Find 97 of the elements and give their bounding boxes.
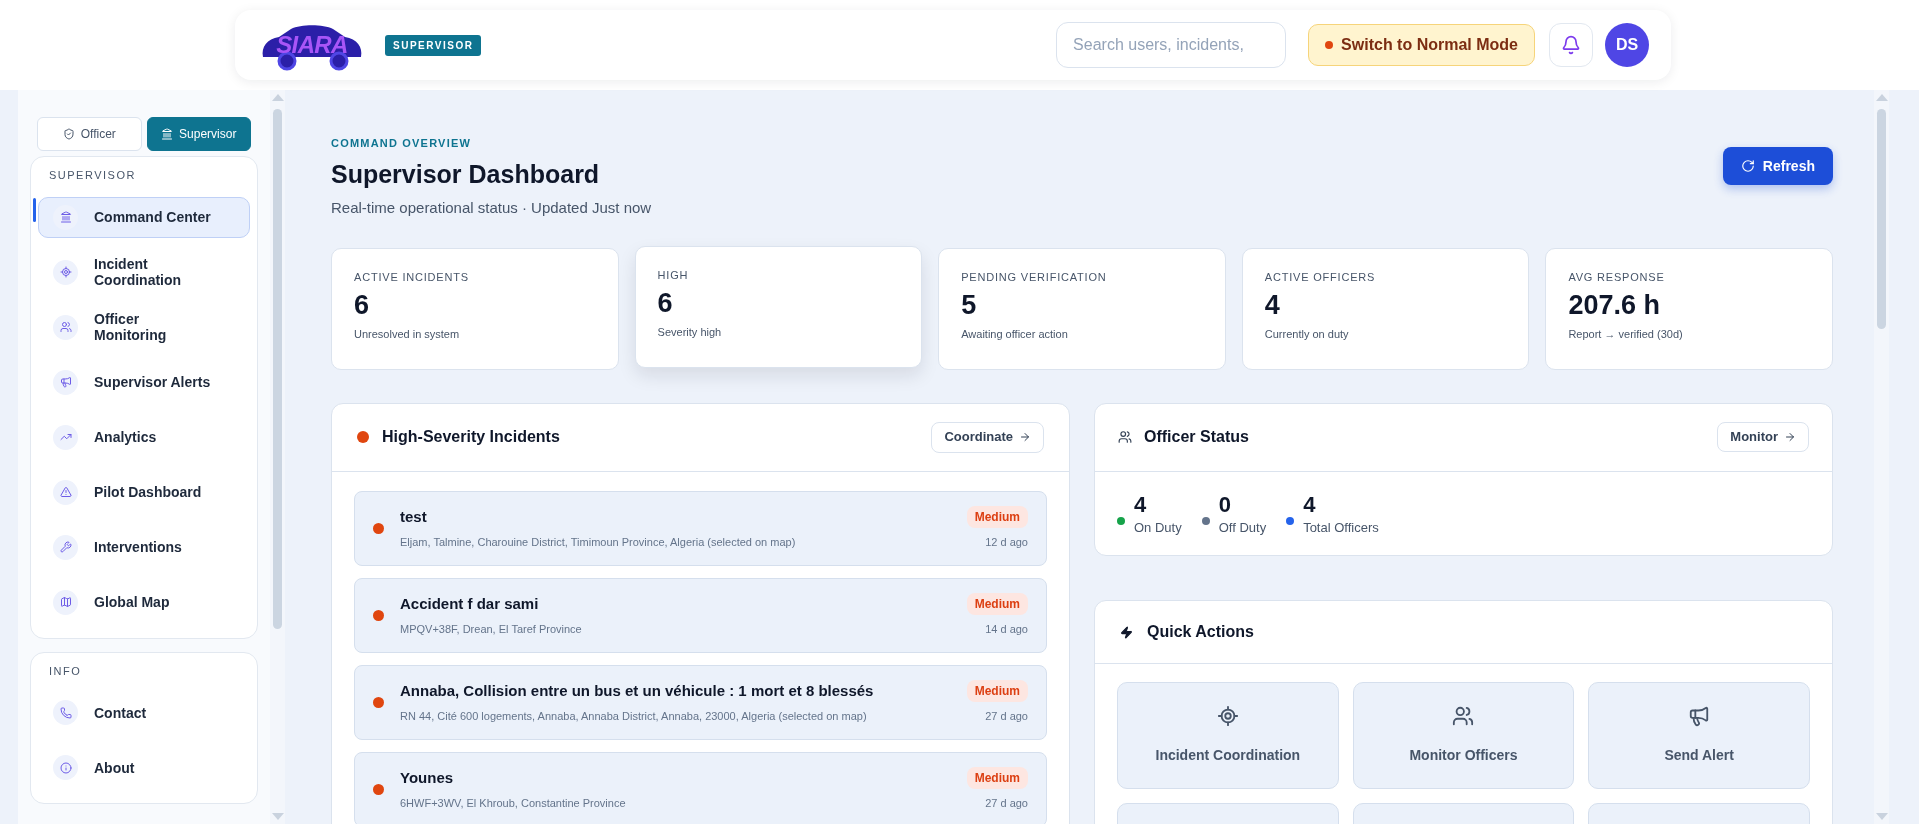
stat-value: 4: [1264, 289, 1281, 322]
nav-item[interactable]: Officer Monitoring: [38, 306, 250, 348]
stat-caption: Awaiting officer action: [961, 327, 1069, 342]
status-count: 0: [1218, 491, 1232, 518]
wrench-icon: [53, 534, 78, 560]
page-subtitle: Real-time operational status · Updated Just now: [331, 198, 652, 218]
quick-action-button[interactable]: Monitor Officers: [1352, 682, 1575, 789]
stat-label: AVG RESPONSE: [1568, 269, 1666, 285]
stat-caption: Severity high: [657, 325, 723, 340]
status-label: Total Officers: [1303, 518, 1379, 537]
warning-icon: [53, 479, 78, 505]
eyebrow-text: COMMAND OVERVIEW: [331, 136, 472, 151]
panel-title: High-Severity Incidents: [382, 427, 560, 447]
severity-tag: Medium: [966, 766, 1028, 789]
megaphone-icon: [1688, 705, 1711, 727]
status-count: 4: [1134, 491, 1148, 518]
nav-item[interactable]: Interventions: [38, 526, 250, 568]
section-heading: INFO: [48, 663, 83, 679]
status-count: 4: [1303, 491, 1317, 518]
mode-switch-button[interactable]: Switch to Normal Mode: [1308, 24, 1535, 66]
active-indicator: [33, 197, 36, 222]
stat-value: 5: [961, 289, 978, 322]
section-heading: SUPERVISOR: [48, 168, 137, 183]
mode-tab[interactable]: Supervisor: [146, 117, 251, 151]
incident-address: Eljam, Talmine, Charouine District, Timimoun Province, Algeria (selected on map): [400, 534, 797, 550]
phone-icon: [53, 700, 78, 725]
notifications-button[interactable]: [1549, 23, 1593, 67]
page-title: Supervisor Dashboard: [331, 158, 601, 190]
incident-time: 27 d ago: [985, 708, 1028, 724]
megaphone-icon: [53, 369, 78, 395]
shield-icon: [62, 128, 75, 140]
nav-item[interactable]: Contact: [38, 692, 250, 733]
nav-item[interactable]: Incident Coordination: [38, 251, 250, 293]
nav-item[interactable]: Global Map: [38, 581, 250, 623]
lightning-icon: [1120, 625, 1133, 639]
search-field[interactable]: Search users, incidents,: [1056, 22, 1287, 68]
map-icon: [53, 589, 78, 615]
incident-title: Younes: [400, 768, 455, 788]
monitor-button[interactable]: Monitor: [1717, 422, 1809, 452]
panel-title: Quick Actions: [1147, 622, 1254, 642]
info-icon: [53, 755, 78, 780]
stat-label: HIGH: [657, 267, 690, 283]
refresh-button[interactable]: Refresh: [1722, 147, 1833, 185]
status-label: Off Duty: [1218, 518, 1267, 537]
stat-label: ACTIVE OFFICERS: [1264, 269, 1377, 285]
trend-icon: [53, 424, 78, 450]
stat-label: PENDING VERIFICATION: [961, 269, 1108, 285]
arrow-icon: [1019, 431, 1031, 443]
incident-time: 14 d ago: [985, 621, 1028, 637]
people-icon: [53, 314, 78, 340]
scrollbar[interactable]: [1874, 90, 1889, 824]
stat-value: 207.6 h: [1568, 289, 1661, 322]
incident-time: 12 d ago: [985, 534, 1028, 550]
incident-title: Accident f dar sami: [400, 594, 540, 614]
incident-time: 27 d ago: [985, 795, 1028, 811]
nav-item[interactable]: About: [38, 747, 250, 788]
panel-title: Officer Status: [1144, 427, 1249, 447]
people-icon: [1452, 705, 1475, 727]
severity-tag: Medium: [966, 679, 1028, 702]
incident-card[interactable]: Annaba, Collision entre un bus et un véhicule : 1 mort et 8 blessés RN 44, Cité 600 logements, Annaba, Annaba District, Annaba, 23000, Algeria (selected on map) Medium 27 d ago: [354, 664, 1047, 740]
severity-tag: Medium: [966, 505, 1028, 528]
target-icon: [1216, 705, 1239, 727]
quick-action-button[interactable]: Send Alert: [1588, 682, 1810, 789]
nav-item[interactable]: Analytics: [38, 416, 250, 458]
role-badge: SUPERVISOR: [385, 34, 482, 56]
mode-tab[interactable]: Officer: [37, 117, 142, 151]
target-icon: [53, 259, 78, 285]
incident-address: 6HWF+3WV, El Khroub, Constantine Province: [400, 795, 627, 811]
status-label: On Duty: [1134, 518, 1182, 537]
avatar[interactable]: DS: [1605, 23, 1649, 67]
landmark-icon: [161, 128, 174, 140]
stat-caption: Report → verified (30d): [1568, 327, 1684, 342]
severity-tag: Medium: [966, 592, 1028, 615]
logo-text: SIARA: [276, 30, 348, 60]
stat-value: 6: [354, 289, 371, 322]
stat-value: 6: [657, 287, 674, 320]
arrow-icon: [1784, 431, 1796, 443]
nav-item[interactable]: Command Center: [38, 196, 250, 238]
incident-address: MPQV+38F, Drean, El Taref Province: [400, 621, 583, 637]
coordinate-button[interactable]: Coordinate: [931, 421, 1044, 453]
incident-title: Annaba, Collision entre un bus et un véhicule : 1 mort et 8 blessés: [400, 681, 875, 701]
incident-title: test: [400, 507, 428, 527]
quick-action-button[interactable]: Incident Coordination: [1117, 682, 1339, 789]
people-icon: [1118, 430, 1132, 444]
stat-label: ACTIVE INCIDENTS: [354, 269, 470, 285]
stat-caption: Unresolved in system: [354, 327, 461, 342]
landmark-icon: [53, 204, 78, 230]
nav-item[interactable]: Pilot Dashboard: [38, 471, 250, 513]
incident-card[interactable]: Accident f dar sami MPQV+38F, Drean, El Taref Province Medium 14 d ago: [354, 577, 1047, 653]
bell-icon: [1561, 35, 1581, 55]
incident-card[interactable]: test Eljam, Talmine, Charouine District, Timimoun Province, Algeria (selected on map) Medium 12 d ago: [354, 490, 1047, 566]
incident-card[interactable]: Younes 6HWF+3WV, El Khroub, Constantine Province Medium 27 d ago: [354, 751, 1047, 824]
incident-address: RN 44, Cité 600 logements, Annaba, Annaba District, Annaba, 23000, Algeria (selected on map): [400, 708, 868, 724]
refresh-icon: [1740, 159, 1755, 173]
scrollbar[interactable]: [270, 90, 285, 824]
nav-item[interactable]: Supervisor Alerts: [38, 361, 250, 403]
stat-caption: Currently on duty: [1264, 327, 1350, 342]
